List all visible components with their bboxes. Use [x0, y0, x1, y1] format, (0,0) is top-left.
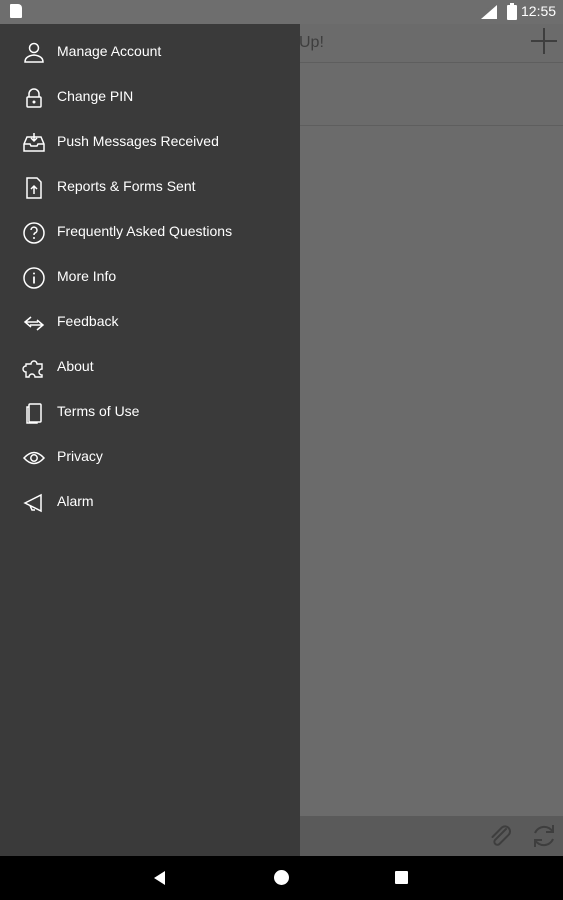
status-bar: 4G 12:55 — [0, 0, 563, 24]
app-title: Up! — [299, 34, 324, 51]
puzzle-icon — [22, 356, 46, 380]
lock-icon — [22, 86, 46, 110]
menu-item-alarm[interactable]: Alarm — [0, 480, 300, 525]
menu-item-push-messages[interactable]: Push Messages Received — [0, 120, 300, 165]
question-icon — [22, 221, 46, 245]
inbox-icon — [22, 131, 46, 155]
menu-item-more-info[interactable]: More Info — [0, 255, 300, 300]
menu-item-manage-account[interactable]: Manage Account — [0, 30, 300, 75]
menu-item-change-pin[interactable]: Change PIN — [0, 75, 300, 120]
menu-item-privacy[interactable]: Privacy — [0, 435, 300, 480]
navigation-drawer: Manage Account Change PIN Push Messages … — [0, 24, 300, 856]
menu-item-label: Reports & Forms Sent — [57, 178, 196, 194]
attach-icon[interactable] — [487, 823, 515, 851]
menu-item-label: Terms of Use — [57, 403, 140, 419]
divider — [299, 62, 563, 63]
menu-item-label: Alarm — [57, 493, 94, 509]
menu-item-label: Manage Account — [57, 43, 162, 59]
recent-apps-icon[interactable] — [395, 871, 408, 884]
signal-label: 4G — [482, 4, 492, 11]
sd-card-icon — [10, 4, 22, 18]
megaphone-icon — [22, 491, 46, 515]
menu-item-faq[interactable]: Frequently Asked Questions — [0, 210, 300, 255]
document-icon — [22, 176, 46, 200]
status-clock: 12:55 — [521, 3, 557, 19]
menu-item-terms-of-use[interactable]: Terms of Use — [0, 390, 300, 435]
person-icon — [22, 41, 46, 65]
menu-item-reports-forms[interactable]: Reports & Forms Sent — [0, 165, 300, 210]
refresh-icon[interactable] — [529, 821, 559, 851]
menu-item-label: Feedback — [57, 313, 119, 329]
menu-item-label: Privacy — [57, 448, 103, 464]
menu-item-label: More Info — [57, 268, 117, 284]
info-icon — [22, 266, 46, 290]
menu-item-label: About — [57, 358, 94, 374]
feedback-arrows-icon — [22, 311, 46, 335]
battery-icon — [507, 3, 517, 20]
add-icon[interactable] — [531, 28, 557, 54]
eye-icon — [22, 446, 46, 470]
menu-item-label: Change PIN — [57, 88, 134, 104]
menu-item-label: Frequently Asked Questions — [57, 223, 233, 239]
back-icon[interactable] — [154, 871, 165, 885]
pages-icon — [22, 401, 46, 425]
menu-item-feedback[interactable]: Feedback — [0, 300, 300, 345]
system-navigation-bar — [0, 856, 563, 900]
menu-item-label: Push Messages Received — [57, 133, 219, 149]
divider — [299, 125, 563, 126]
menu-item-about[interactable]: About — [0, 345, 300, 390]
home-icon[interactable] — [274, 870, 289, 885]
